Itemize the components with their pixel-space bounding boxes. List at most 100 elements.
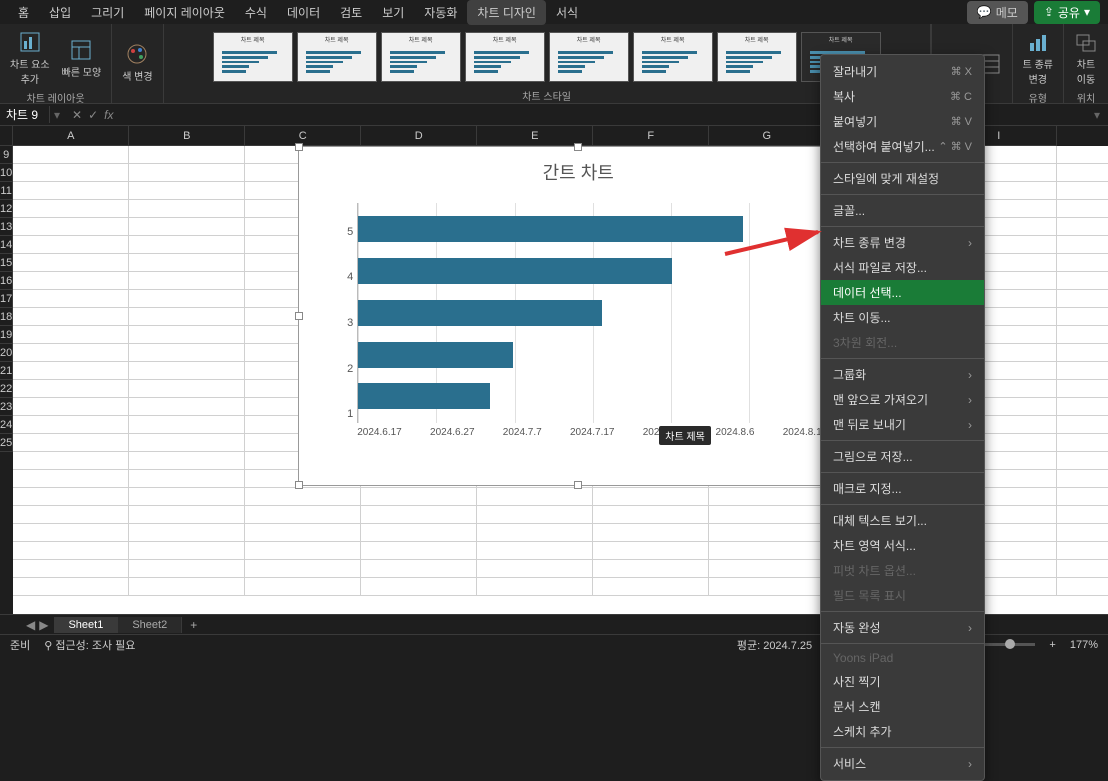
select-all-corner[interactable] — [0, 126, 13, 146]
add-chart-element-button[interactable]: 차트 요소 추가 — [6, 28, 54, 88]
cell[interactable] — [245, 542, 361, 560]
change-colors-button[interactable]: 색 변경 — [118, 40, 156, 85]
cell[interactable] — [1057, 416, 1108, 434]
cell[interactable] — [13, 308, 129, 326]
cell[interactable] — [1057, 272, 1108, 290]
cell[interactable] — [709, 560, 825, 578]
cell[interactable] — [129, 578, 245, 596]
cell[interactable] — [709, 506, 825, 524]
chart-style-4[interactable]: 차트 제목 — [465, 32, 545, 82]
chart-bar[interactable] — [358, 258, 827, 284]
cell[interactable] — [1057, 326, 1108, 344]
cell[interactable] — [13, 290, 129, 308]
col-header[interactable]: F — [593, 126, 709, 146]
cell[interactable] — [13, 344, 129, 362]
col-header[interactable]: C — [245, 126, 361, 146]
ctx-services[interactable]: 서비스› — [821, 751, 984, 776]
cell[interactable] — [13, 146, 129, 164]
menu-review[interactable]: 검토 — [330, 0, 372, 25]
menu-insert[interactable]: 삽입 — [39, 0, 81, 25]
cell[interactable] — [593, 542, 709, 560]
ctx-copy[interactable]: 복사⌘ C — [821, 84, 984, 109]
cell[interactable] — [13, 398, 129, 416]
cell[interactable] — [13, 542, 129, 560]
menu-draw[interactable]: 그리기 — [81, 0, 134, 25]
cell[interactable] — [1057, 362, 1108, 380]
cell[interactable] — [1057, 236, 1108, 254]
chart-title[interactable]: 간트 차트 — [299, 147, 857, 193]
confirm-formula-icon[interactable]: ✓ — [88, 108, 98, 122]
row-header[interactable]: 19 — [0, 326, 13, 344]
cell[interactable] — [709, 524, 825, 542]
cell[interactable] — [1057, 542, 1108, 560]
row-header[interactable]: 15 — [0, 254, 13, 272]
cell[interactable] — [1057, 452, 1108, 470]
row-header[interactable]: 25 — [0, 434, 13, 452]
cell[interactable] — [129, 272, 245, 290]
cell[interactable] — [129, 524, 245, 542]
cell[interactable] — [1057, 182, 1108, 200]
cell[interactable] — [593, 506, 709, 524]
cell[interactable] — [709, 488, 825, 506]
cell[interactable] — [477, 506, 593, 524]
add-sheet-button[interactable]: + — [182, 618, 205, 632]
row-header[interactable]: 11 — [0, 182, 13, 200]
quick-layout-button[interactable]: 빠른 모양 — [58, 36, 106, 81]
cell[interactable] — [245, 506, 361, 524]
cell[interactable] — [129, 290, 245, 308]
ctx-select-data[interactable]: 데이터 선택... — [821, 280, 984, 305]
cell[interactable] — [13, 218, 129, 236]
cell[interactable] — [129, 326, 245, 344]
cell[interactable] — [1057, 308, 1108, 326]
ctx-font[interactable]: 글꼴... — [821, 198, 984, 223]
memo-button[interactable]: 💬메모 — [967, 1, 1028, 24]
cell[interactable] — [13, 470, 129, 488]
ctx-bring-to-front[interactable]: 맨 앞으로 가져오기› — [821, 387, 984, 412]
ctx-format-chart-area[interactable]: 차트 영역 서식... — [821, 533, 984, 558]
formula-expand-icon[interactable]: ▾ — [1086, 108, 1108, 122]
row-header[interactable]: 17 — [0, 290, 13, 308]
cell[interactable] — [245, 578, 361, 596]
row-header[interactable]: 24 — [0, 416, 13, 434]
cell[interactable] — [1057, 200, 1108, 218]
menu-view[interactable]: 보기 — [372, 0, 414, 25]
cell[interactable] — [13, 416, 129, 434]
cell[interactable] — [709, 578, 825, 596]
sheet-tab-2[interactable]: Sheet2 — [118, 617, 182, 633]
cell[interactable] — [1057, 164, 1108, 182]
ctx-autocomplete[interactable]: 자동 완성› — [821, 615, 984, 640]
cell[interactable] — [13, 164, 129, 182]
cell[interactable] — [129, 200, 245, 218]
cell[interactable] — [1057, 218, 1108, 236]
cell[interactable] — [593, 524, 709, 542]
cell[interactable] — [361, 524, 477, 542]
sheet-nav-next-icon[interactable]: ▶ — [39, 618, 48, 632]
cell[interactable] — [129, 488, 245, 506]
menu-formulas[interactable]: 수식 — [235, 0, 277, 25]
cell[interactable] — [129, 560, 245, 578]
cell[interactable] — [1057, 434, 1108, 452]
cell[interactable] — [129, 380, 245, 398]
chart-bar[interactable] — [358, 383, 827, 409]
cell[interactable] — [13, 506, 129, 524]
cell[interactable] — [129, 164, 245, 182]
row-header[interactable]: 16 — [0, 272, 13, 290]
ctx-reset-style[interactable]: 스타일에 맞게 재설정 — [821, 166, 984, 191]
cell[interactable] — [361, 560, 477, 578]
menu-page-layout[interactable]: 페이지 레이아웃 — [134, 0, 235, 25]
col-header[interactable]: G — [709, 126, 825, 146]
cell[interactable] — [1057, 290, 1108, 308]
cell[interactable] — [129, 542, 245, 560]
chart-bar[interactable] — [358, 300, 827, 326]
col-header[interactable]: A — [13, 126, 129, 146]
ctx-send-to-back[interactable]: 맨 뒤로 보내기› — [821, 412, 984, 437]
accessibility-status[interactable]: ⚲ 접근성: 조사 필요 — [44, 637, 135, 653]
cell[interactable] — [13, 362, 129, 380]
share-button[interactable]: ⇪공유▾ — [1034, 1, 1100, 24]
ctx-add-sketch[interactable]: 스케치 추가 — [821, 719, 984, 744]
cell[interactable] — [129, 146, 245, 164]
cell[interactable] — [709, 542, 825, 560]
move-chart-button[interactable]: 차트 이동 — [1070, 28, 1102, 88]
ctx-scan-docs[interactable]: 문서 스캔 — [821, 694, 984, 719]
cell[interactable] — [245, 524, 361, 542]
